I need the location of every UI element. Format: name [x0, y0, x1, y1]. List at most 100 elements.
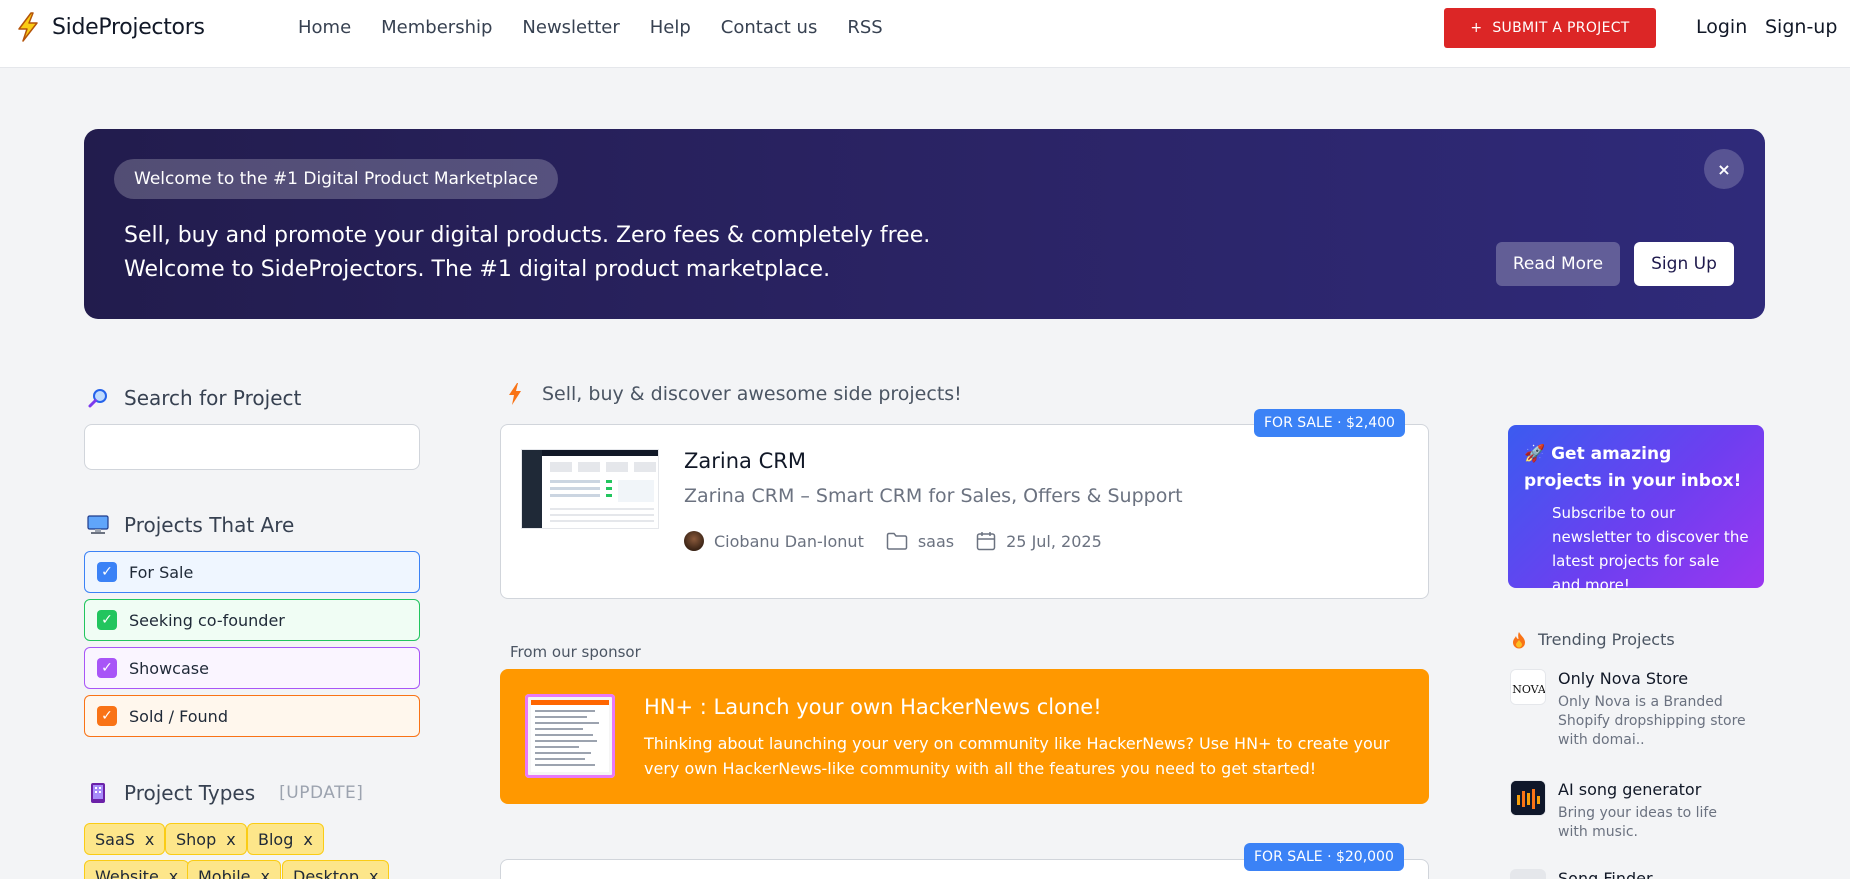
fire-icon	[1513, 631, 1525, 648]
filters-title: Projects That Are	[124, 513, 295, 537]
sponsor-label: From our sponsor	[510, 643, 641, 661]
type-chip-desktop: Desktop x	[282, 860, 390, 879]
close-banner-button[interactable]: ×	[1704, 149, 1744, 189]
search-input[interactable]	[84, 424, 420, 470]
sponsor-thumbnail	[525, 694, 615, 778]
remove-chip-icon[interactable]: x	[226, 830, 235, 849]
checkbox-checked-icon: ✓	[97, 610, 117, 630]
welcome-pill: Welcome to the #1 Digital Product Market…	[114, 159, 559, 199]
project-card[interactable]: Zarina CRM Zarina CRM – Smart CRM for Sa…	[500, 424, 1429, 599]
filter-seeking-cofounder[interactable]: ✓ Seeking co-founder	[84, 599, 420, 641]
chip-label: Website	[95, 866, 159, 879]
nav-membership[interactable]: Membership	[381, 17, 492, 38]
trending-item[interactable]: Song Finder	[1510, 869, 1770, 879]
search-heading: Search for Project	[86, 386, 301, 410]
trending-item[interactable]: AI song generator Bring your ideas to li…	[1510, 780, 1770, 840]
tagline: Sell, buy & discover awesome side projec…	[508, 383, 962, 405]
remove-chip-icon[interactable]: x	[303, 830, 312, 849]
hero-line-2: Welcome to SideProjectors. The #1 digita…	[124, 257, 831, 282]
trending-item[interactable]: NOVA Only Nova Store Only Nova is a Bran…	[1510, 669, 1770, 749]
filter-label: Sold / Found	[129, 706, 228, 726]
lightning-icon	[509, 383, 521, 405]
nav-rss[interactable]: RSS	[847, 17, 882, 38]
nav-newsletter[interactable]: Newsletter	[522, 17, 619, 38]
newsletter-title: 🚀 Get amazing projects in your inbox!	[1524, 441, 1754, 495]
filter-label: Seeking co-founder	[129, 610, 285, 630]
sign-up-button[interactable]: Sign Up	[1634, 242, 1734, 286]
project-meta: Ciobanu Dan-Ionut saas 25 Jul, 2025	[684, 531, 1124, 551]
type-chip-website: Website x	[84, 860, 190, 879]
trending-logo	[1510, 869, 1546, 879]
checkbox-checked-icon: ✓	[97, 658, 117, 678]
sponsor-card[interactable]: HN+ : Launch your own HackerNews clone! …	[500, 669, 1429, 804]
sponsor-description: Thinking about launching your very on co…	[644, 734, 1390, 778]
project-subtitle: Zarina CRM – Smart CRM for Sales, Offers…	[684, 485, 1183, 507]
calendar-icon	[976, 532, 996, 551]
chip-label: SaaS	[95, 829, 135, 849]
chip-label: Shop	[176, 829, 217, 849]
computer-icon	[86, 513, 110, 537]
svg-text:NOVA: NOVA	[1512, 683, 1546, 696]
trending-item-desc: Only Nova is a Branded Shopify dropshipp…	[1558, 694, 1746, 748]
types-title: Project Types	[124, 781, 256, 805]
submit-project-button[interactable]: + SUBMIT A PROJECT	[1444, 8, 1656, 48]
trending-title: Trending Projects	[1538, 630, 1675, 649]
remove-chip-icon[interactable]: x	[169, 867, 178, 879]
avatar	[684, 531, 704, 551]
remove-chip-icon[interactable]: x	[369, 867, 378, 879]
type-chip-blog: Blog x	[247, 823, 324, 855]
trending-item-title[interactable]: AI song generator	[1558, 780, 1701, 799]
project-category[interactable]: saas	[886, 532, 954, 551]
filter-sold-found[interactable]: ✓ Sold / Found	[84, 695, 420, 737]
remove-chip-icon[interactable]: x	[145, 830, 154, 849]
project-thumbnail	[521, 449, 659, 529]
brand-name: SideProjectors	[52, 14, 205, 40]
newsletter-title-text: Get amazing projects in your inbox!	[1524, 444, 1742, 491]
hero-line-1: Sell, buy and promote your digital produ…	[124, 223, 931, 248]
project-title[interactable]: Zarina CRM	[684, 449, 806, 473]
nav-help[interactable]: Help	[650, 17, 691, 38]
submit-project-label: SUBMIT A PROJECT	[1492, 20, 1630, 36]
filter-for-sale[interactable]: ✓ For Sale	[84, 551, 420, 593]
trending-logo	[1510, 780, 1546, 816]
read-more-button[interactable]: Read More	[1496, 242, 1620, 286]
filter-showcase[interactable]: ✓ Showcase	[84, 647, 420, 689]
signup-link[interactable]: Sign-up	[1765, 16, 1837, 38]
trending-logo: NOVA	[1510, 669, 1546, 705]
trending-item-title[interactable]: Only Nova Store	[1558, 669, 1688, 688]
sponsor-title[interactable]: HN+ : Launch your own HackerNews clone!	[644, 695, 1102, 719]
tagline-text: Sell, buy & discover awesome side projec…	[542, 383, 962, 405]
chip-label: Mobile	[198, 866, 251, 879]
close-icon: ×	[1717, 159, 1731, 179]
remove-chip-icon[interactable]: x	[260, 867, 269, 879]
trending-heading: Trending Projects	[1512, 630, 1675, 649]
type-chip-mobile: Mobile x	[187, 860, 281, 879]
project-date: 25 Jul, 2025	[976, 531, 1102, 551]
types-heading: Project Types [UPDATE]	[86, 781, 363, 805]
checkbox-checked-icon: ✓	[97, 562, 117, 582]
nav-contact[interactable]: Contact us	[721, 17, 818, 38]
trending-item-title[interactable]: Song Finder	[1558, 869, 1653, 879]
for-sale-badge: FOR SALE · $2,400	[1254, 409, 1405, 437]
date-label: 25 Jul, 2025	[1006, 531, 1102, 551]
newsletter-card[interactable]: 🚀 Get amazing projects in your inbox! Su…	[1508, 425, 1764, 594]
filters-heading: Projects That Are	[86, 513, 294, 537]
main-nav: Home Membership Newsletter Help Contact …	[298, 17, 883, 38]
checkbox-checked-icon: ✓	[97, 706, 117, 726]
plus-icon: +	[1470, 20, 1483, 36]
welcome-banner: Welcome to the #1 Digital Product Market…	[84, 129, 1765, 319]
rocket-icon: 🚀	[1524, 444, 1546, 464]
author-name: Ciobanu Dan-Ionut	[714, 531, 864, 551]
nav-home[interactable]: Home	[298, 17, 351, 38]
project-author[interactable]: Ciobanu Dan-Ionut	[684, 531, 864, 551]
filter-label: For Sale	[129, 562, 194, 582]
lightning-logo-icon	[18, 12, 38, 42]
types-update-link[interactable]: [UPDATE]	[279, 783, 363, 803]
type-chip-shop: Shop x	[165, 823, 247, 855]
nova-logo-icon: NOVA	[1511, 670, 1546, 704]
chip-label: Blog	[258, 829, 294, 849]
phone-icon	[86, 781, 110, 805]
login-link[interactable]: Login	[1696, 16, 1747, 38]
search-title: Search for Project	[124, 386, 302, 410]
brand[interactable]: SideProjectors	[14, 12, 205, 42]
